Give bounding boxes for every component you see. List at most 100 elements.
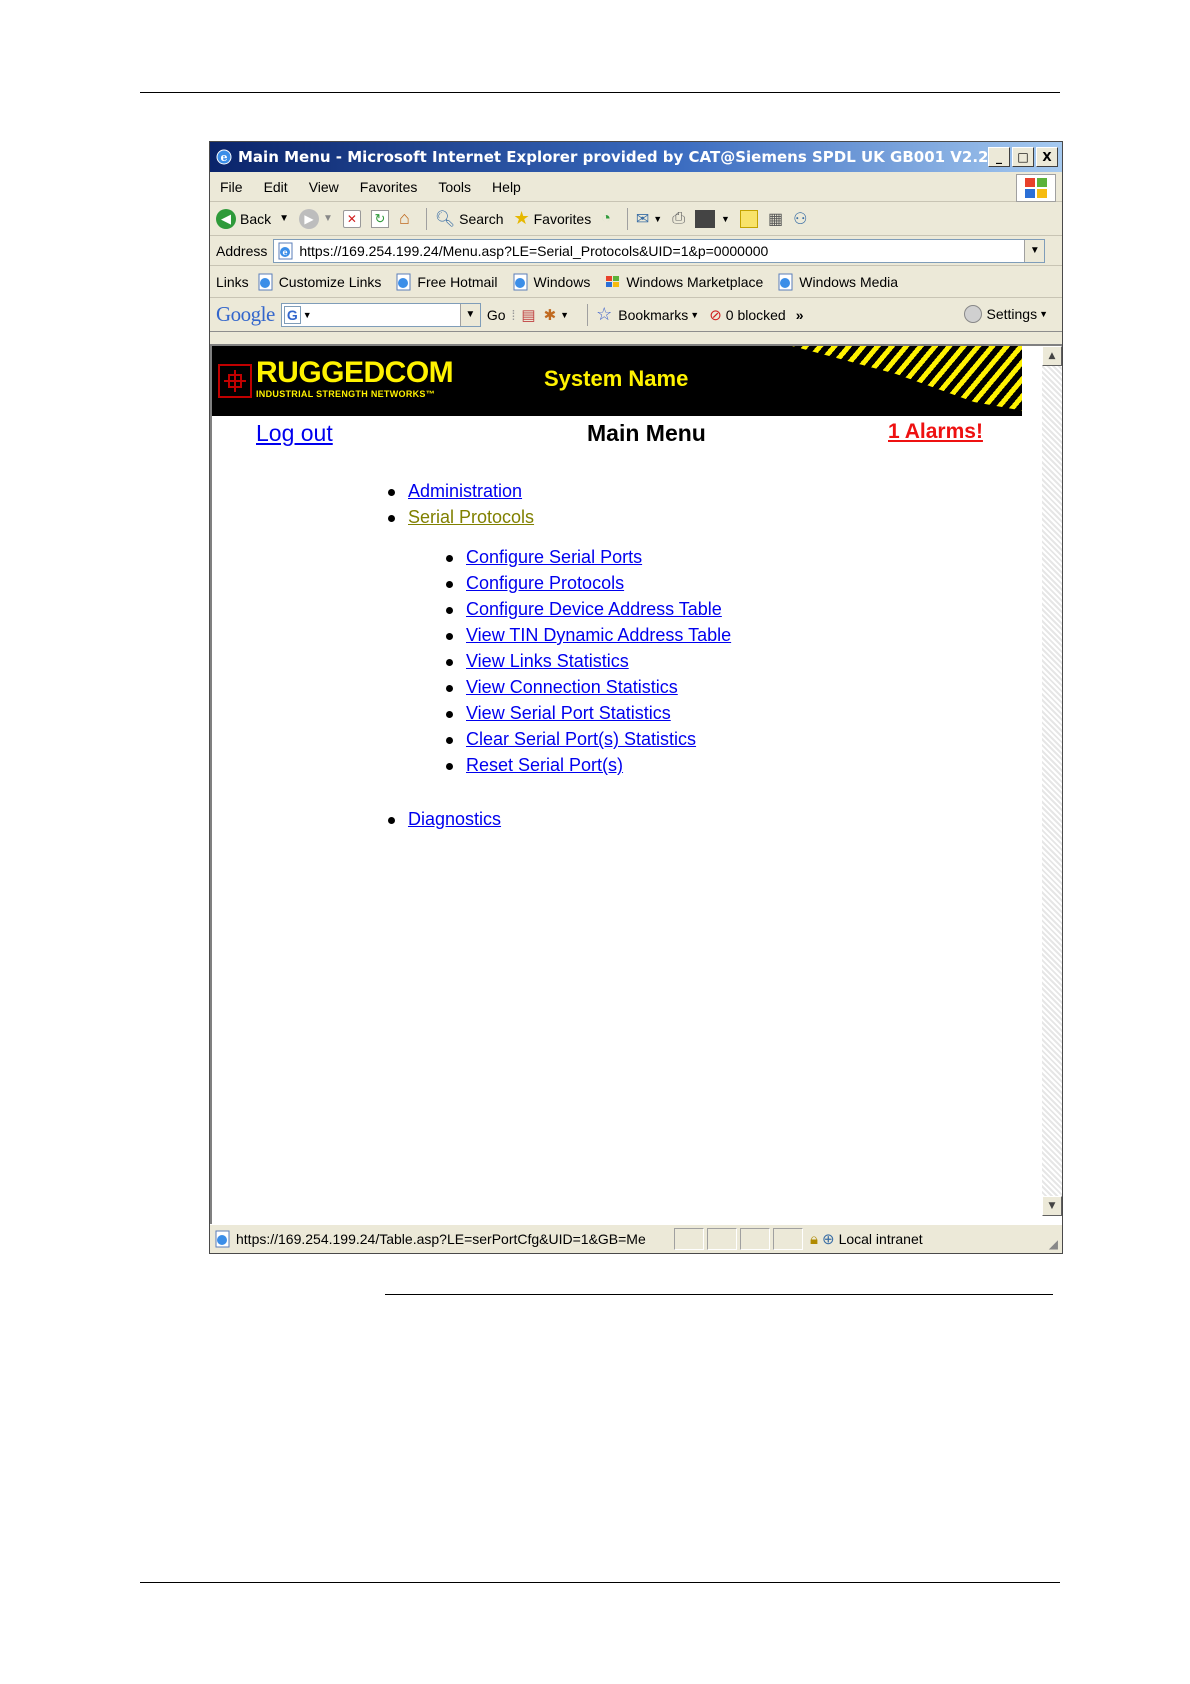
scroll-up-button[interactable]: ▲ [1042, 346, 1062, 366]
status-cell [674, 1228, 704, 1250]
home-icon[interactable]: ⌂ [399, 208, 410, 229]
view-serial-port-statistics-link[interactable]: View Serial Port Statistics [466, 703, 671, 723]
edit-icon[interactable] [695, 209, 716, 228]
chevron-down-icon[interactable]: ▼ [653, 214, 662, 224]
menu-tools[interactable]: Tools [438, 179, 471, 195]
administration-link[interactable]: Administration [408, 481, 522, 501]
page-icon: e [278, 242, 293, 259]
menu-help[interactable]: Help [492, 179, 521, 195]
search-button[interactable]: 🔍︎ Search [435, 209, 504, 229]
resize-grip-icon[interactable]: ◢ [1049, 1237, 1058, 1251]
page-title: Main Menu [587, 420, 706, 446]
configure-device-address-table-link[interactable]: Configure Device Address Table [466, 599, 722, 619]
history-icon[interactable]: ◔ [601, 210, 611, 228]
stop-icon[interactable]: ✕ [342, 209, 361, 228]
minimize-button[interactable]: _ [988, 147, 1010, 167]
link-windows[interactable]: Windows [512, 273, 590, 291]
google-dropdown-button[interactable]: ▼ [459, 303, 480, 326]
google-settings-button[interactable]: Settings ▼ [964, 305, 1048, 323]
status-url-area: https://169.254.199.24/Table.asp?LE=serP… [210, 1230, 674, 1248]
clear-serial-port-statistics-link[interactable]: Clear Serial Port(s) Statistics [466, 729, 696, 749]
link-windows-marketplace[interactable]: Windows Marketplace [604, 273, 763, 291]
link-label: Windows Media [799, 273, 899, 290]
bullet-icon [446, 581, 453, 588]
chevron-down-icon: ▼ [465, 309, 476, 320]
list-item: Diagnostics [388, 806, 501, 832]
ruggedcom-banner: RUGGEDCOM INDUSTRIAL STRENGTH NETWORKS™ … [212, 346, 1022, 416]
address-input[interactable]: e https://169.254.199.24/Menu.asp?LE=Ser… [273, 238, 1046, 263]
address-url: https://169.254.199.24/Menu.asp?LE=Seria… [299, 242, 769, 259]
chevron-down-icon[interactable]: ▼ [323, 213, 333, 224]
favorites-button[interactable]: ★ Favorites [513, 208, 591, 229]
status-cell [707, 1228, 737, 1250]
google-go-button[interactable]: Go [487, 307, 506, 323]
configure-serial-ports-link[interactable]: Configure Serial Ports [466, 547, 642, 567]
security-zone[interactable]: ⊕ Local intranet [822, 1230, 923, 1248]
alarms-link[interactable]: 1 Alarms! [888, 420, 983, 444]
reset-serial-ports-link[interactable]: Reset Serial Port(s) [466, 755, 623, 775]
bullet-icon [446, 711, 453, 718]
link-windows-media[interactable]: Windows Media [777, 273, 898, 291]
link-customize-links[interactable]: Customize Links [257, 273, 382, 291]
menu-file[interactable]: File [220, 179, 243, 195]
logout-link[interactable]: Log out [256, 420, 333, 447]
status-url: https://169.254.199.24/Table.asp?LE=serP… [236, 1231, 646, 1247]
diagnostics-link[interactable]: Diagnostics [408, 809, 501, 829]
menu-favorites[interactable]: Favorites [360, 179, 418, 195]
forward-button[interactable]: ▶ ▼ [299, 208, 333, 229]
link-free-hotmail[interactable]: Free Hotmail [395, 273, 498, 291]
windows-flag-icon [606, 275, 620, 287]
chevron-down-icon: ▼ [1039, 309, 1048, 319]
vertical-scrollbar[interactable] [1042, 346, 1062, 1216]
favorites-label: Favorites [533, 210, 592, 227]
toolbar-separator [425, 207, 427, 230]
link-label: Customize Links [278, 273, 382, 290]
list-item: Configure Serial Ports [446, 544, 731, 570]
bullet-icon [388, 515, 395, 522]
google-logo-text: Google [216, 302, 275, 326]
popup-blocker-button[interactable]: ⊘ 0 blocked [709, 306, 786, 324]
maximize-button[interactable]: □ [1012, 147, 1034, 167]
messenger-icon[interactable]: ⚇ [793, 209, 807, 229]
refresh-icon[interactable]: ↻ [370, 209, 389, 228]
list-item: Reset Serial Port(s) [446, 752, 731, 778]
chevron-down-icon[interactable]: ▼ [560, 310, 569, 320]
back-button[interactable]: ◀ Back ▼ [216, 208, 289, 229]
bookmarks-button[interactable]: ☆ Bookmarks ▼ [596, 304, 699, 325]
menu-edit[interactable]: Edit [264, 179, 288, 195]
view-tin-dynamic-address-table-link[interactable]: View TIN Dynamic Address Table [466, 625, 731, 645]
bullet-icon [446, 555, 453, 562]
title-bar[interactable]: e Main Menu - Microsoft Internet Explore… [210, 142, 1062, 172]
zone-label: Local intranet [838, 1231, 923, 1247]
lock-icon[interactable]: 🔒︎ [810, 1231, 818, 1248]
research-icon[interactable]: ▦ [768, 209, 783, 229]
chevron-down-icon[interactable]: ▼ [279, 213, 289, 224]
page-icon [215, 1230, 230, 1248]
scroll-down-button[interactable]: ▼ [1042, 1196, 1062, 1216]
menu-bar: File Edit View Favorites Tools Help [210, 172, 1062, 202]
menu-view[interactable]: View [309, 179, 339, 195]
view-links-statistics-link[interactable]: View Links Statistics [466, 651, 629, 671]
chevron-right-icon[interactable]: » [796, 307, 804, 323]
list-item: Configure Protocols [446, 570, 731, 596]
configure-protocols-link[interactable]: Configure Protocols [466, 573, 624, 593]
print-icon[interactable]: ⎙ [672, 210, 685, 228]
chevron-down-icon[interactable]: ▼ [721, 214, 730, 224]
page-top-rule [140, 92, 1060, 93]
discuss-icon[interactable] [739, 209, 758, 228]
hazard-stripes [792, 346, 1022, 416]
mail-icon[interactable]: ✉ [636, 209, 649, 229]
news-icon[interactable]: ▤ [521, 306, 535, 324]
address-dropdown-button[interactable]: ▼ [1024, 239, 1045, 262]
bullet-icon [388, 817, 395, 824]
puzzle-icon[interactable]: ✱ [544, 306, 557, 324]
link-label: Windows Marketplace [626, 273, 764, 290]
address-bar: Address e https://169.254.199.24/Menu.as… [210, 236, 1062, 266]
close-button[interactable]: X [1036, 147, 1058, 167]
google-search-input[interactable]: G ▼ ▼ [280, 302, 481, 327]
ie-icon: e [214, 147, 234, 167]
list-item: View Connection Statistics [446, 674, 731, 700]
serial-protocols-link[interactable]: Serial Protocols [408, 507, 534, 527]
chevron-down-icon[interactable]: ▼ [303, 310, 312, 320]
view-connection-statistics-link[interactable]: View Connection Statistics [466, 677, 678, 697]
